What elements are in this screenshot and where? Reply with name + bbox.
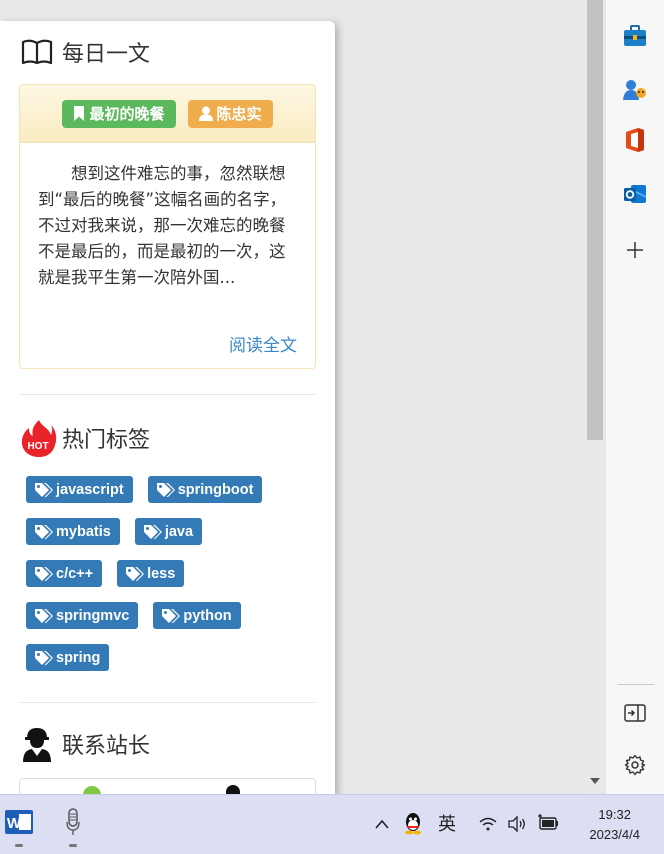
section-divider	[19, 394, 316, 395]
tag-spring[interactable]: spring	[26, 644, 110, 671]
svg-text:W: W	[7, 815, 22, 832]
qq-tray-icon[interactable]	[402, 811, 424, 835]
office-icon[interactable]	[620, 125, 650, 155]
article-title-text: 最初的晚餐	[89, 105, 165, 123]
tag-label: springmvc	[56, 607, 130, 624]
tag-label: mybatis	[56, 523, 111, 540]
tag-mybatis[interactable]: mybatis	[26, 518, 120, 545]
toolbox-icon[interactable]	[620, 21, 650, 51]
tag-python[interactable]: python	[153, 602, 241, 629]
wifi-icon[interactable]	[478, 815, 498, 833]
sidebar-panel: 每日一文 最初的晚餐 陈忠实 想到这件难忘的事，忽然联想到“最后的晚餐”这幅名画…	[0, 21, 335, 796]
read-more-link[interactable]: 阅读全文	[229, 331, 297, 356]
tag-label: java	[164, 523, 194, 540]
clock-time: 19:32	[598, 807, 631, 822]
page-scrollbar[interactable]	[586, 0, 604, 794]
tags-icon	[126, 566, 145, 581]
tag-java[interactable]: java	[134, 518, 203, 545]
hot-badge-text: HOT	[27, 441, 48, 452]
tag-label: springboot	[177, 481, 254, 498]
tag-row: javascript springboot	[26, 476, 316, 503]
tag-label: less	[147, 565, 176, 582]
tag-label: python	[183, 607, 232, 624]
article-author-text: 陈忠实	[216, 105, 262, 123]
tags-icon	[35, 482, 53, 497]
games-icon[interactable]	[620, 75, 650, 105]
scroll-down-arrow[interactable]	[590, 778, 600, 784]
article-author-badge: 陈忠实	[187, 99, 273, 128]
hot-fire-icon: HOT	[20, 418, 58, 458]
user-icon	[198, 106, 213, 121]
tag-row: springmvc python	[26, 602, 316, 629]
running-indicator	[69, 844, 77, 847]
tag-label: spring	[56, 649, 101, 666]
scrollbar-thumb[interactable]	[587, 0, 603, 440]
tag-cloud: javascript springboot mybatis java c/c++…	[26, 476, 316, 686]
tag-springmvc[interactable]: springmvc	[26, 602, 139, 629]
tags-icon	[35, 650, 53, 665]
tag-springboot[interactable]: springboot	[147, 476, 263, 503]
contact-title: 联系站长	[62, 734, 151, 759]
tags-icon	[35, 566, 53, 581]
tags-icon	[143, 524, 162, 539]
sidebar-separator	[618, 684, 654, 685]
volume-icon[interactable]	[506, 815, 528, 833]
tags-icon	[35, 524, 53, 539]
tags-icon	[156, 482, 175, 497]
tag-label: c/c++	[56, 565, 94, 582]
tag-label: javascript	[56, 481, 124, 498]
section-divider	[19, 702, 316, 703]
hot-tags-title: 热门标签	[62, 428, 151, 453]
daily-article-heading: 每日一文	[20, 35, 150, 69]
bookmark-icon	[74, 106, 85, 121]
hot-tags-heading: HOT 热门标签	[20, 418, 150, 458]
tags-icon	[35, 608, 53, 623]
article-title-badge[interactable]: 最初的晚餐	[62, 99, 176, 128]
tag-javascript[interactable]: javascript	[26, 476, 133, 503]
tag-less[interactable]: less	[117, 560, 185, 587]
tag-row: c/c++ less	[26, 560, 316, 587]
daily-article-title: 每日一文	[62, 42, 151, 67]
clock-date: 2023/4/4	[589, 827, 640, 842]
tag-row: mybatis java	[26, 518, 316, 545]
tag-c-cpp[interactable]: c/c++	[26, 560, 103, 587]
taskbar: W 英 19:32 2023/4/4	[0, 794, 664, 854]
daily-article-card: 最初的晚餐 陈忠实 想到这件难忘的事，忽然联想到“最后的晚餐”这幅名画的名字，不…	[19, 84, 316, 369]
outlook-icon[interactable]	[620, 179, 650, 209]
daily-article-header: 最初的晚餐 陈忠实	[20, 85, 315, 143]
add-icon[interactable]	[620, 235, 650, 265]
settings-gear-icon[interactable]	[620, 750, 650, 780]
ime-language-indicator[interactable]: 英	[434, 811, 460, 835]
chevron-up-icon[interactable]	[373, 815, 391, 833]
contact-heading: 联系站长	[20, 727, 151, 762]
article-excerpt: 想到这件难忘的事，忽然联想到“最后的晚餐”这幅名画的名字，不过对我来说，那一次难…	[38, 164, 287, 287]
tags-icon	[162, 608, 181, 623]
tag-row: spring	[26, 644, 316, 671]
edge-sidebar	[605, 0, 664, 794]
worker-icon	[20, 727, 54, 762]
microphone-icon[interactable]	[61, 807, 85, 837]
book-icon	[20, 35, 54, 69]
running-indicator	[15, 844, 23, 847]
system-clock[interactable]: 19:32 2023/4/4	[589, 805, 640, 845]
battery-charging-icon[interactable]	[536, 813, 560, 833]
hide-sidebar-icon[interactable]	[620, 698, 650, 728]
word-app-icon[interactable]: W	[4, 808, 34, 836]
